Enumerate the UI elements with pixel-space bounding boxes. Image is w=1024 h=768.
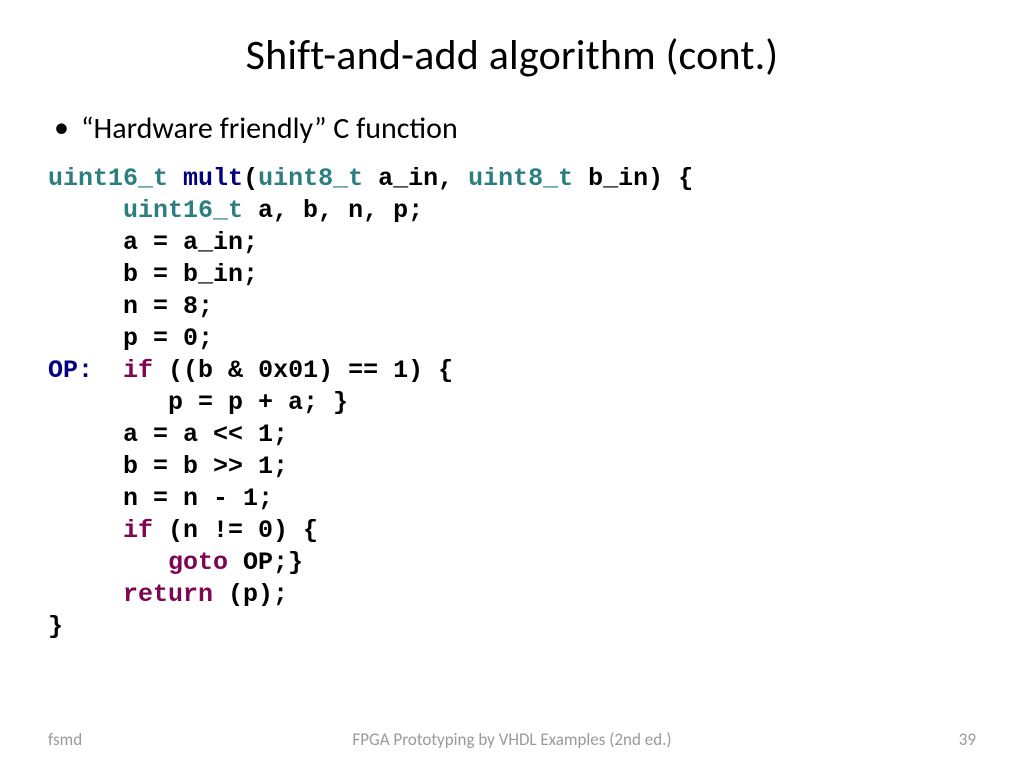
- code-label: OP:: [48, 356, 93, 385]
- code-text: b = b >> 1;: [48, 452, 288, 481]
- code-text: }: [48, 612, 63, 641]
- code-text: b = b_in;: [48, 260, 258, 289]
- code-text: [48, 580, 123, 609]
- code-text: [48, 548, 168, 577]
- code-text: b_in) {: [573, 164, 693, 193]
- slide-title: Shift-and-add algorithm (cont.): [48, 30, 976, 81]
- code-text: a = a << 1;: [48, 420, 288, 449]
- code-type: uint16_t: [123, 196, 243, 225]
- code-type: uint8_t: [468, 164, 573, 193]
- code-text: p = 0;: [48, 324, 213, 353]
- code-text: n = 8;: [48, 292, 213, 321]
- code-text: (: [243, 164, 258, 193]
- code-text: p = p + a; }: [48, 388, 348, 417]
- code-text: (n != 0) {: [153, 516, 318, 545]
- bullet-item: • “Hardware friendly” C function: [54, 109, 976, 147]
- code-type: uint16_t: [48, 164, 168, 193]
- bullet-text: “Hardware friendly” C function: [81, 110, 458, 147]
- code-type: uint8_t: [258, 164, 363, 193]
- code-text: [48, 196, 123, 225]
- code-text: OP;}: [228, 548, 303, 577]
- code-text: a = a_in;: [48, 228, 258, 257]
- slide: Shift-and-add algorithm (cont.) • “Hardwa…: [0, 0, 1024, 768]
- footer: fsmd FPGA Prototyping by VHDL Examples (…: [0, 729, 1024, 750]
- code-text: a, b, n, p;: [243, 196, 423, 225]
- code-text: [48, 516, 123, 545]
- bullet-dot: •: [54, 109, 69, 146]
- code-text: [168, 164, 183, 193]
- code-keyword: goto: [168, 548, 228, 577]
- footer-left: fsmd: [48, 729, 82, 750]
- code-text: a_in,: [363, 164, 468, 193]
- code-text: ((b & 0x01) == 1) {: [153, 356, 453, 385]
- footer-right: 39: [959, 729, 976, 750]
- code-keyword: if: [123, 516, 153, 545]
- code-block: uint16_t mult(uint8_t a_in, uint8_t b_in…: [48, 163, 976, 643]
- code-func: mult: [183, 164, 243, 193]
- footer-center: FPGA Prototyping by VHDL Examples (2nd e…: [352, 729, 671, 750]
- code-keyword: if: [123, 356, 153, 385]
- code-text: n = n - 1;: [48, 484, 273, 513]
- code-text: (p);: [213, 580, 288, 609]
- code-text: [93, 356, 123, 385]
- code-keyword: return: [123, 580, 213, 609]
